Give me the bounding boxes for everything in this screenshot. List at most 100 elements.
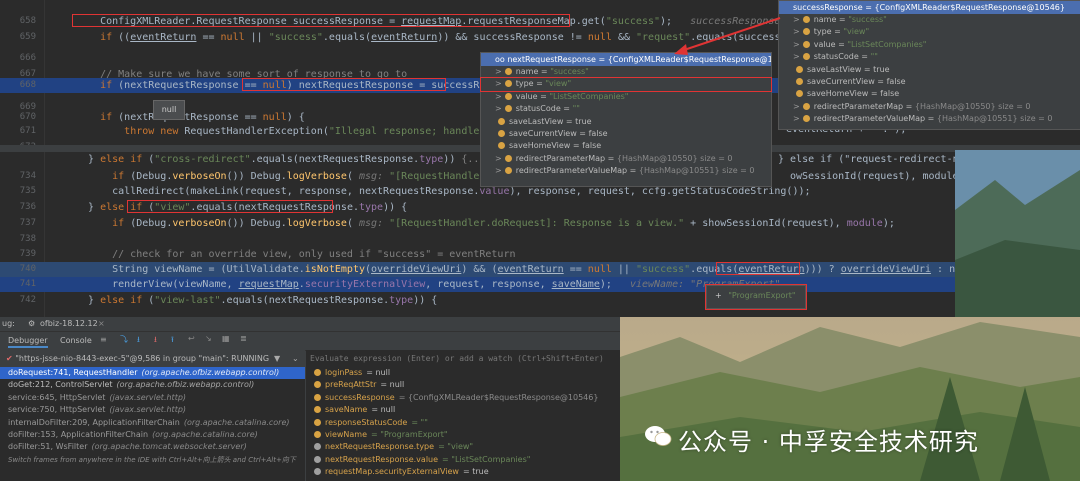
line-number[interactable]: 737 [0, 216, 36, 231]
popup-field-saveCurrentView[interactable]: saveCurrentView = false [481, 128, 771, 140]
expand-arrow-icon[interactable]: > [793, 52, 800, 61]
variable-row[interactable]: saveName = null [306, 404, 620, 416]
stack-frame[interactable]: doRequest:741, RequestHandler (org.apache… [0, 367, 305, 380]
code-line[interactable]: 740 String viewName = (UtilValidate.isNo… [0, 262, 955, 277]
popup-field-redirectParameterMap[interactable]: > redirectParameterMap = {HashMap@10550} … [481, 153, 771, 165]
stack-frame[interactable]: internalDoFilter:209, ApplicationFilterC… [0, 417, 305, 429]
popup-field-name[interactable]: > name = "success" [481, 66, 771, 78]
line-number[interactable]: 734 [0, 169, 36, 184]
popup-program-export[interactable]: + "ProgramExport" [705, 284, 807, 310]
line-number[interactable]: 671 [0, 124, 36, 139]
close-icon[interactable]: × [98, 319, 105, 328]
line-number[interactable]: 735 [0, 184, 36, 199]
field-name: saveCurrentView [807, 76, 875, 86]
code-line[interactable]: 738 [0, 232, 955, 247]
expand-arrow-icon[interactable]: > [793, 114, 800, 123]
expand-arrow-icon[interactable]: > [793, 27, 800, 36]
expand-arrow-icon[interactable]: > [793, 102, 800, 111]
plus-icon[interactable]: + [715, 291, 722, 300]
step-out-icon[interactable]: ⭱ [171, 334, 174, 348]
variable-row[interactable]: responseStatusCode = "" [306, 417, 620, 429]
variables-list[interactable]: loginPass = null preReqAttStr = null success… [306, 367, 620, 481]
step-over-icon[interactable]: ⤵ [120, 334, 128, 345]
code-line[interactable]: 735 callRedirect(makeLink(request, respo… [0, 184, 955, 199]
line-number[interactable]: 666 [0, 51, 36, 66]
popup-field-redirectParameterValueMap[interactable]: > redirectParameterValueMap = {HashMap@10… [481, 165, 771, 177]
variable-icon [314, 393, 321, 401]
code-line[interactable]: 739 // check for an override view, only … [0, 247, 955, 262]
editor-bottom[interactable]: } else if ("cross-redirect".equals(nextR… [0, 152, 955, 317]
line-number[interactable]: 668 [0, 78, 36, 93]
popup-field-name[interactable]: > name = "success" [779, 14, 1080, 26]
layout-icon[interactable]: ≡ [100, 335, 107, 344]
expand-arrow-icon[interactable]: > [495, 79, 502, 88]
line-number[interactable]: 659 [0, 30, 36, 45]
stack-frame[interactable]: doFilter:51, WsFilter (org.apache.tomcat.… [0, 441, 305, 453]
popup-field-value[interactable]: > value = "ListSetCompanies" [481, 91, 771, 103]
field-value: {HashMap@10551} size = 0 [638, 166, 755, 176]
evaluate-expression-input[interactable]: Evaluate expression (Enter) or add a wat… [306, 350, 620, 367]
line-number[interactable]: 742 [0, 293, 36, 308]
variable-row[interactable]: successResponse = {ConfigXMLReader$Reques… [306, 392, 620, 404]
popup-field-value[interactable]: > value = "ListSetCompanies" [779, 39, 1080, 51]
popup-field-saveLastView[interactable]: saveLastView = true [779, 64, 1080, 76]
expand-arrow-icon[interactable]: > [495, 67, 502, 76]
stack-frame[interactable]: service:750, HttpServlet (javax.servlet.h… [0, 404, 305, 416]
popup-field-saveHomeView[interactable]: saveHomeView = false [779, 88, 1080, 100]
variable-row[interactable]: loginPass = null [306, 367, 620, 379]
run-config-tab[interactable]: ofbiz-18.12.12 [40, 319, 98, 328]
line-number[interactable]: 740 [0, 262, 36, 277]
thread-selector[interactable]: ✔ "https-jsse-nio-8443-exec-5"@9,586 in … [0, 350, 305, 367]
stack-frame[interactable]: doFilter:153, ApplicationFilterChain (org… [0, 429, 305, 441]
code-line[interactable]: 742 } else if ("view-last".equals(nextRe… [0, 293, 955, 308]
expand-arrow-icon[interactable]: > [793, 15, 800, 24]
expand-arrow-icon[interactable]: > [495, 104, 502, 113]
popup-field-type[interactable]: > type = "view" [480, 77, 772, 92]
variable-row[interactable]: viewName = "ProgramExport" [306, 429, 620, 441]
variable-row[interactable]: nextRequestResponse.value = "ListSetCompa… [306, 454, 620, 466]
line-number[interactable]: 658 [0, 14, 36, 29]
code-line[interactable]: 741 renderView(viewName, requestMap.secu… [0, 277, 955, 292]
expand-arrow-icon[interactable]: > [495, 166, 502, 175]
popup-field-saveLastView[interactable]: saveLastView = true [481, 116, 771, 128]
debug-panel[interactable]: ug: ⚙ ofbiz-18.12.12 × Debugger Console … [0, 317, 620, 481]
popup-field-type[interactable]: > type = "view" [779, 26, 1080, 38]
popup-field-saveHomeView[interactable]: saveHomeView = false [481, 140, 771, 152]
expand-arrow-icon[interactable]: > [793, 40, 800, 49]
popup-success-response[interactable]: successResponse = {ConfigXMLReader$Reque… [778, 0, 1080, 130]
popup-field-statusCode[interactable]: > statusCode = "" [481, 103, 771, 115]
variable-row[interactable]: requestMap.securityExternalView = true [306, 466, 620, 478]
popup-next-request-response[interactable]: oo nextRequestResponse = {ConfigXMLReade… [480, 52, 772, 187]
tab-debugger[interactable]: Debugger [8, 336, 48, 348]
line-number[interactable]: 741 [0, 277, 36, 292]
line-number[interactable]: 736 [0, 200, 36, 215]
evaluate-icon[interactable]: ▦ [222, 334, 230, 343]
popup-field-redirectParameterValueMap[interactable]: > redirectParameterValueMap = {HashMap@10… [779, 113, 1080, 125]
step-into-icon[interactable]: ⭳ [137, 334, 140, 348]
line-number[interactable]: 739 [0, 247, 36, 262]
run-cursor-icon[interactable]: ↘ [205, 334, 212, 343]
line-number[interactable]: 738 [0, 232, 36, 247]
stack-frame[interactable]: service:645, HttpServlet (javax.servlet.h… [0, 392, 305, 404]
variable-row[interactable]: nextRequestResponse.type = "view" [306, 441, 620, 453]
code-line[interactable]: 737 if (Debug.verboseOn()) Debug.logVerb… [0, 216, 955, 231]
drop-frame-icon[interactable]: ↩ [188, 334, 195, 343]
code-token: else if [100, 154, 143, 165]
code-line[interactable]: 659 if ((eventReturn == null || "success… [0, 30, 780, 45]
filter-icon[interactable]: ▼ [274, 350, 280, 367]
tab-console[interactable]: Console [60, 336, 92, 345]
variable-value: = "ListSetCompanies" [442, 454, 531, 464]
line-number[interactable]: 670 [0, 110, 36, 125]
code-token: ()) Debug. [226, 171, 287, 182]
popup-field-redirectParameterMap[interactable]: > redirectParameterMap = {HashMap@10550} … [779, 101, 1080, 113]
stack-frame[interactable]: doGet:212, ControlServlet (org.apache.ofb… [0, 379, 305, 391]
dropdown-icon[interactable]: ⌄ [292, 350, 299, 367]
popup-field-saveCurrentView[interactable]: saveCurrentView = false [779, 76, 1080, 88]
popup-field-statusCode[interactable]: > statusCode = "" [779, 51, 1080, 63]
frames-list[interactable]: doRequest:741, RequestHandler (org.apache… [0, 367, 305, 481]
force-step-into-icon[interactable]: ⭳ [154, 334, 157, 348]
expand-arrow-icon[interactable]: > [495, 154, 502, 163]
more-icon[interactable]: ≣ [240, 334, 247, 343]
variable-row[interactable]: preReqAttStr = null [306, 379, 620, 391]
expand-arrow-icon[interactable]: > [495, 92, 502, 101]
